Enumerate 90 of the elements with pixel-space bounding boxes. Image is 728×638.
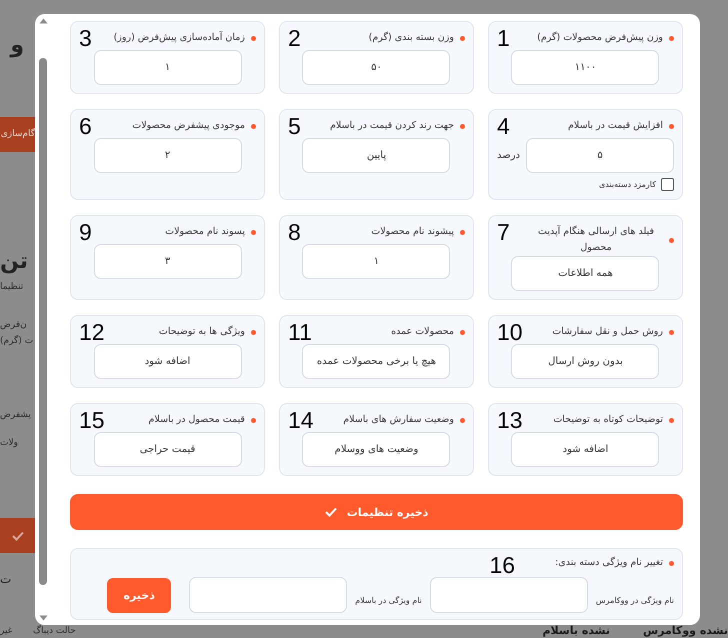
number-marker: 8: [288, 221, 301, 244]
required-dot-icon: [250, 230, 256, 234]
input-field[interactable]: همه اطلاعات: [511, 256, 660, 291]
field-label: وضعیت سفارش های باسلام: [343, 413, 454, 427]
input-field[interactable]: ۵: [526, 138, 674, 173]
input-field[interactable]: پایین: [302, 138, 450, 173]
field-label: افزایش قیمت در باسلام: [568, 119, 663, 133]
checkbox[interactable]: [661, 178, 674, 191]
number-marker: 16: [490, 554, 516, 577]
number-marker: 2: [288, 27, 301, 50]
scrollbar-thumb[interactable]: [39, 58, 47, 585]
input-field[interactable]: ۳: [94, 244, 242, 279]
number-marker: 12: [79, 321, 105, 344]
input-field[interactable]: وضعیت های ووسلام: [302, 432, 450, 467]
page-text: یشفرض: [0, 409, 31, 422]
field-label: زمان آماده‌سازی پیش‌فرض (روز): [114, 30, 245, 45]
field-label: وزن بسته بندی (گرم): [368, 30, 454, 45]
number-marker: 7: [496, 221, 510, 244]
page-text: ولات: [0, 437, 18, 450]
number-marker: 15: [79, 409, 105, 432]
page-heading: تن: [0, 248, 28, 276]
sync-button[interactable]: گام‌سازی: [0, 117, 35, 152]
field-label: قیمت محصول در باسلام: [148, 413, 245, 427]
number-marker: 13: [496, 409, 523, 432]
field-label: محصولات عمده: [391, 325, 454, 339]
required-dot-icon: [250, 418, 256, 422]
required-dot-icon: [460, 418, 465, 422]
required-dot-icon: [460, 330, 465, 334]
input-field[interactable]: ۲: [94, 138, 242, 173]
input-field[interactable]: [430, 577, 588, 613]
input-field[interactable]: اضافه شود: [94, 344, 242, 379]
required-dot-icon: [460, 230, 465, 234]
column-header: نشده باسلام: [542, 624, 610, 638]
check-icon: [12, 530, 24, 540]
number-marker: 11: [288, 321, 312, 344]
scroll-up-icon: [38, 18, 48, 24]
number-marker: 4: [496, 115, 510, 138]
column-header: نشده ووکامرس: [642, 624, 728, 638]
input-field[interactable]: [189, 577, 348, 613]
input-field[interactable]: هیچ یا برخی محصولات عمده: [302, 344, 450, 379]
field-label: روش حمل و نقل سفارشات: [552, 325, 663, 339]
number-marker: 5: [288, 115, 301, 138]
input-field[interactable]: ۵۰: [302, 50, 450, 85]
field-label: جهت رند کردن قیمت در باسلام: [330, 119, 454, 133]
number-marker: 1: [496, 27, 510, 50]
required-dot-icon: [669, 36, 674, 40]
page-text: غیر: [0, 625, 12, 638]
check-button[interactable]: [0, 518, 35, 553]
scrollbar[interactable]: [37, 14, 49, 625]
page-heading: و: [10, 32, 24, 60]
required-dot-icon: [250, 36, 256, 40]
number-marker: 14: [288, 409, 314, 432]
field-label: ویژگی ها به توضیحات: [158, 324, 245, 339]
field-label: تغییر نام ویژگی دسته بندی:: [555, 556, 663, 570]
field-label: پسوند نام محصولات: [165, 225, 245, 239]
unit-label: درصد: [496, 150, 520, 161]
section-toggle[interactable]: ت: [0, 572, 12, 586]
required-dot-icon: [250, 124, 256, 128]
required-dot-icon: [460, 36, 465, 40]
number-marker: 10: [496, 321, 523, 344]
field-label: فیلد های ارسالی هنگام آپدیت محصول: [537, 224, 655, 255]
field-label: نام ویژگی در باسلام: [355, 594, 422, 604]
page-text: ت (گرم): [0, 334, 34, 348]
required-dot-icon: [460, 124, 465, 128]
page-text: حالت دیباگ: [33, 624, 76, 638]
field-label: پیشوند نام محصولات: [371, 225, 454, 239]
input-field[interactable]: بدون روش ارسال: [511, 344, 660, 379]
input-field[interactable]: قیمت حراجی: [94, 432, 242, 467]
required-dot-icon: [669, 330, 674, 334]
check-icon: [324, 507, 337, 517]
scroll-down-icon: [38, 615, 48, 621]
number-marker: 9: [79, 221, 92, 244]
field-label: موجودی پیشفرض محصولات: [132, 119, 245, 133]
checkbox-label: کارمزد دسته‌بندی: [599, 180, 656, 189]
input-field[interactable]: اضافه شود: [511, 432, 660, 467]
page-text: تنظیما: [0, 281, 24, 294]
field-label: وزن پیش‌فرض محصولات (گرم): [537, 30, 663, 45]
required-dot-icon: [669, 124, 674, 128]
required-dot-icon: [250, 330, 256, 334]
number-marker: 3: [79, 27, 92, 50]
field-label: نام ویژگی در ووکامرس: [596, 594, 674, 604]
required-dot-icon: [669, 418, 674, 422]
required-dot-icon: [669, 238, 674, 242]
input-field[interactable]: ۱: [302, 244, 450, 279]
page-text: ن‌فرض: [0, 319, 27, 332]
field-label: توضیحات کوتاه به توضیحات: [553, 413, 663, 427]
input-field[interactable]: ۱: [94, 50, 242, 85]
required-dot-icon: [669, 560, 674, 566]
number-marker: 6: [79, 115, 92, 138]
input-field[interactable]: ۱۱۰۰: [511, 50, 660, 85]
